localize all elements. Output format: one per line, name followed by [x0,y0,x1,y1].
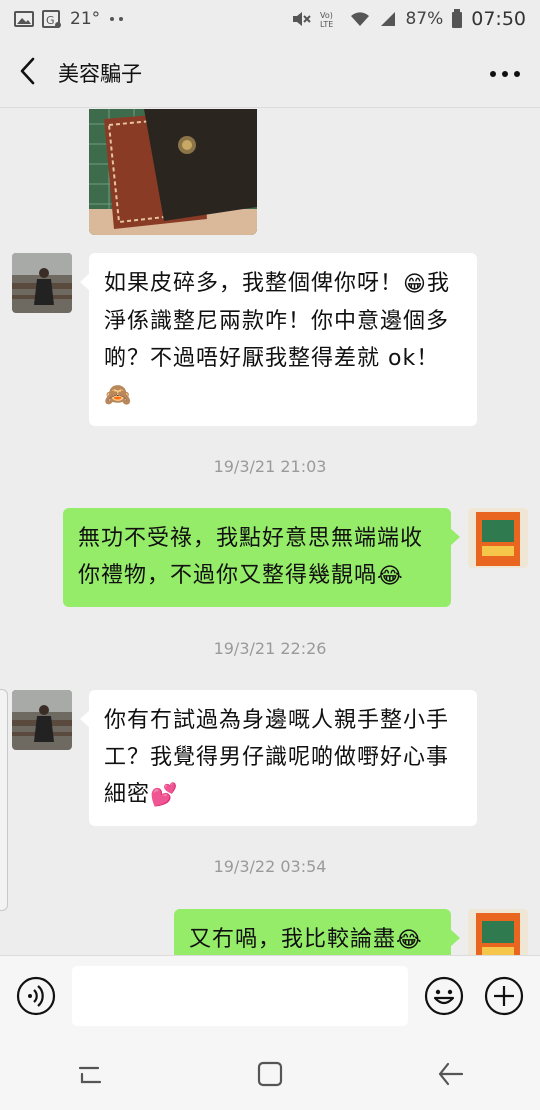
tears-of-joy-emoji: 😂 [396,927,423,953]
contact-avatar[interactable] [12,690,72,750]
back-icon [438,1062,464,1085]
contact-avatar[interactable] [12,253,72,313]
chat-title: 美容騙子 [58,61,142,86]
my-avatar[interactable] [468,909,528,955]
battery-percent: 87% [405,9,444,29]
image-message[interactable] [89,109,257,235]
recents-icon [78,1066,102,1083]
more-functions-button[interactable] [484,976,524,1016]
see-no-evil-monkey-emoji: 🙈 [104,383,133,408]
contact-avatar-photo [12,690,72,750]
message-text: 你禮物，不過你又整得幾靚喎 [78,563,378,588]
battery-icon [451,9,463,29]
message-text: 啲？不過唔好厭我整得差就 ok！ [104,345,440,371]
scrollbar[interactable] [0,689,8,911]
voice-button[interactable] [16,976,56,1016]
input-bar [0,955,540,1037]
smiley-icon [424,976,464,1016]
message-text: 淨係識整尼兩款咋！你中意邊個多 [104,308,450,334]
home-button[interactable] [240,1049,300,1099]
tears-of-joy-emoji: 😂 [377,563,404,589]
emoji-button[interactable] [424,976,464,1016]
more-horizontal-icon [489,63,521,82]
timestamp: 19/3/21 22:26 [213,639,327,658]
mute-icon [291,10,312,28]
home-icon [257,1061,283,1086]
timestamp: 19/3/21 21:03 [213,457,327,476]
location-icon: G [42,9,62,29]
sent-message[interactable]: 又冇喎，我比較論盡😂 [174,909,460,955]
plus-circle-icon [484,976,524,1016]
voice-icon [16,976,56,1016]
message-text: 如果皮碎多，我整個俾你呀！ [104,271,404,296]
my-avatar-photo [468,508,528,568]
message-input[interactable] [72,966,408,1026]
chat-header: 美容騙子 [0,38,540,108]
status-bar: G 21° Vo) LTE 87% 07:50 [0,0,540,38]
message-text: 工？我覺得男仔識呢啲做嘢好心事 [104,745,450,770]
message-text: 無功不受祿，我點好意思無端端收 [78,526,424,551]
message-text: 細密 [104,782,151,807]
sent-message[interactable]: 無功不受祿，我點好意思無端端收 你禮物，不過你又整得幾靚喎😂 [63,508,460,607]
system-navigation [0,1037,540,1110]
volte-icon: Vo) LTE [319,10,341,28]
svg-text:G: G [46,14,55,27]
svg-text:LTE: LTE [320,20,333,28]
received-message[interactable]: 如果皮碎多，我整個俾你呀！😁我 淨係識整尼兩款咋！你中意邊個多 啲？不過唔好厭我… [80,253,477,426]
back-button[interactable] [0,38,54,108]
svg-text:Vo): Vo) [320,11,333,20]
leather-wallet-photo [89,109,257,235]
system-back-button[interactable] [420,1049,480,1099]
image-icon [14,10,34,28]
chat-area[interactable]: 如果皮碎多，我整個俾你呀！😁我 淨係識整尼兩款咋！你中意邊個多 啲？不過唔好厭我… [0,109,540,955]
received-message[interactable]: 你有冇試過為身邊嘅人親手整小手 工？我覺得男仔識呢啲做嘢好心事 細密💕 [80,690,477,826]
message-text: 又冇喎，我比較論盡 [189,927,397,952]
contact-avatar-photo [12,253,72,313]
message-text: 你有冇試過為身邊嘅人親手整小手 [104,708,450,733]
dots-icon [108,16,126,22]
two-hearts-emoji: 💕 [150,782,179,808]
recents-button[interactable] [60,1049,120,1099]
grinning-emoji: 😁 [403,271,427,297]
my-avatar[interactable] [468,508,528,568]
more-button[interactable] [470,38,540,108]
clock: 07:50 [471,8,526,30]
my-avatar-photo [468,909,528,955]
message-text: 我 [426,271,450,296]
temperature: 21° [70,9,101,29]
wifi-icon [349,10,371,28]
signal-icon [379,10,397,28]
timestamp: 19/3/22 03:54 [213,857,327,876]
chevron-left-icon [18,57,36,89]
